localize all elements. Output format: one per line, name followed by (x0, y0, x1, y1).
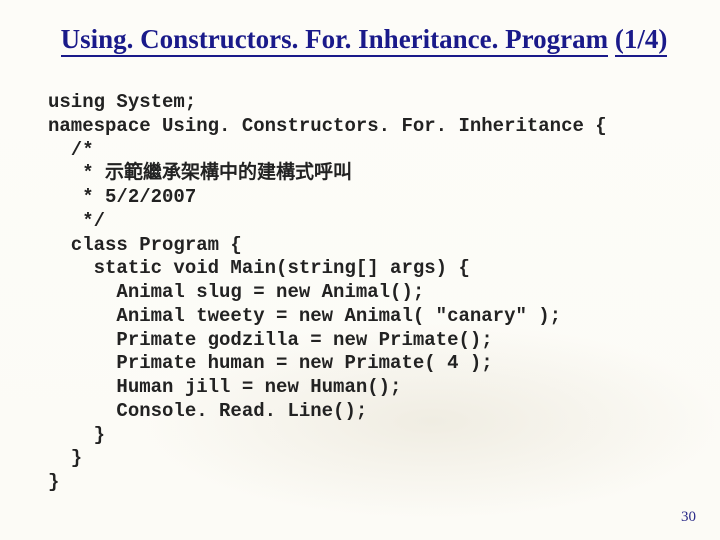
code-line: * 5/2/2007 (48, 186, 196, 208)
code-line: /* (48, 139, 94, 161)
title-main: Using. Constructors. For. Inheritance. P… (61, 24, 608, 57)
code-line: Primate godzilla = new Primate(); (48, 329, 493, 351)
code-line: using System; (48, 91, 196, 113)
code-line: static void Main(string[] args) { (48, 257, 470, 279)
code-line: * 示範繼承架構中的建構式呼叫 (48, 162, 352, 184)
code-line: class Program { (48, 234, 242, 256)
slide: Using. Constructors. For. Inheritance. P… (0, 0, 720, 540)
code-line: Animal tweety = new Animal( "canary" ); (48, 305, 561, 327)
code-line: namespace Using. Constructors. For. Inhe… (48, 115, 607, 137)
code-line: Human jill = new Human(); (48, 376, 401, 398)
code-line: } (48, 447, 82, 469)
page-number: 30 (681, 509, 696, 526)
code-line: */ (48, 210, 105, 232)
code-line: } (48, 424, 105, 446)
code-line: Animal slug = new Animal(); (48, 281, 424, 303)
code-block: using System; namespace Using. Construct… (48, 91, 680, 495)
code-line: Primate human = new Primate( 4 ); (48, 352, 493, 374)
code-line: Console. Read. Line(); (48, 400, 367, 422)
code-line: } (48, 471, 59, 493)
title-counter: (1/4) (615, 24, 667, 57)
slide-title: Using. Constructors. For. Inheritance. P… (48, 24, 680, 55)
